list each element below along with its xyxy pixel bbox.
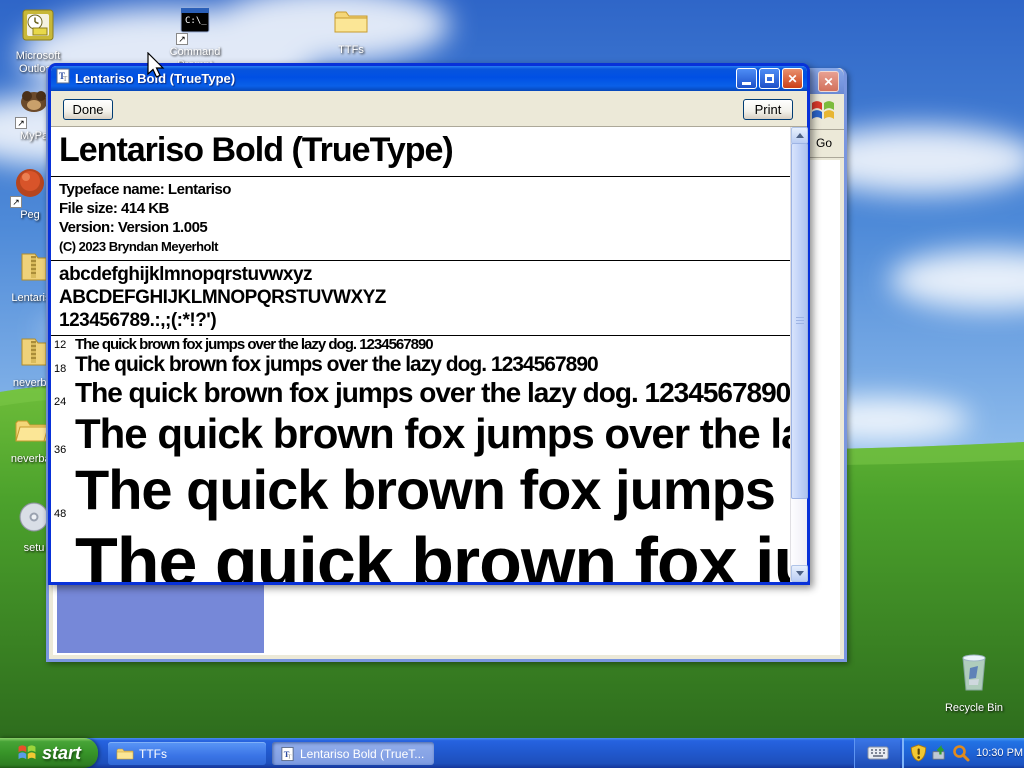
print-button[interactable]: Print: [743, 99, 793, 120]
svg-text:T: T: [288, 753, 292, 760]
sample-row-18pt: 18 The quick brown fox jumps over the la…: [51, 353, 790, 377]
scroll-down-arrow-icon[interactable]: [791, 565, 808, 582]
point-size-label: 36: [54, 443, 67, 456]
start-button-label: start: [41, 742, 81, 763]
taskbar-task-ttfs[interactable]: TTFs: [108, 742, 266, 765]
scroll-up-arrow-icon[interactable]: [791, 127, 808, 144]
sample-text: The quick brown fox jumps over the lazy …: [75, 377, 790, 409]
system-tray: 10:30 PM: [902, 738, 1024, 768]
truetype-font-icon: TT: [281, 746, 294, 761]
truetype-font-icon: TT: [55, 68, 71, 89]
sample-row-36pt: 36 The quick brown fox jumps over the la…: [51, 410, 790, 458]
safely-remove-hardware-icon[interactable]: [931, 744, 948, 762]
close-button[interactable]: ✕: [782, 68, 803, 89]
font-version: Version: Version 1.005: [59, 219, 208, 236]
clock: 10:30 PM: [976, 747, 1024, 759]
task-label: Lentariso Bold (TrueT...: [300, 746, 425, 761]
vertical-scrollbar[interactable]: [790, 127, 808, 582]
shortcut-arrow-icon: ↗: [176, 33, 188, 45]
start-button[interactable]: start: [0, 738, 98, 768]
desktop-icon-label: Recycle Bin: [944, 702, 1004, 714]
svg-text:T: T: [63, 75, 68, 83]
point-size-label: 24: [54, 395, 67, 408]
taskbar-task-font-viewer[interactable]: TT Lentariso Bold (TrueT...: [272, 742, 434, 765]
svg-text:C:\_: C:\_: [185, 16, 207, 26]
sample-row-12pt: 12 The quick brown fox jumps over the la…: [51, 336, 790, 353]
minimize-button[interactable]: [736, 68, 757, 89]
language-bar[interactable]: [854, 738, 900, 768]
shortcut-arrow-icon: ↗: [10, 196, 22, 208]
mouse-cursor: [147, 52, 165, 78]
recycle-bin-icon: [957, 652, 991, 699]
sample-row-48pt: 48 The quick brown fox jumps over the la…: [51, 458, 790, 522]
go-button[interactable]: Go: [816, 136, 832, 150]
folder-icon: [14, 415, 50, 450]
ball-shortcut-icon: ↗: [10, 165, 48, 208]
folder-icon: [116, 748, 134, 760]
windows-logo-icon: [810, 98, 836, 129]
typeface-name: Typeface name: Lentariso: [59, 181, 231, 198]
command-prompt-icon: C:\_ ↗: [176, 6, 212, 45]
desktop-icon-label: TTFs: [338, 44, 364, 56]
font-copyright: (C) 2023 Bryndan Meyerholt: [59, 239, 218, 254]
charset-lowercase: abcdefghijklmnopqrstuvwxyz: [59, 264, 313, 285]
font-viewer-window: TT Lentariso Bold (TrueType) ✕ Done Prin…: [48, 63, 810, 585]
close-icon[interactable]: ✕: [818, 71, 839, 92]
sample-text: The quick brown fox jumps over the lazy …: [75, 336, 433, 353]
taskbar: start TTFs TT Lentariso Bold (TrueT... 1…: [0, 738, 1024, 768]
windows-flag-icon: [18, 745, 36, 760]
desktop-icon-recycle-bin[interactable]: Recycle Bin: [936, 652, 1012, 715]
font-info-block: Typeface name: Lentariso File size: 414 …: [51, 177, 790, 261]
maximize-button[interactable]: [759, 68, 780, 89]
desktop-icon-ttfs[interactable]: TTFs: [313, 6, 389, 57]
desktop: Microsoft Outlook C:\_ ↗ Command Prompt …: [0, 0, 1024, 768]
magnifier-tray-icon[interactable]: [952, 744, 970, 762]
point-size-label: 48: [54, 508, 67, 521]
security-alert-shield-icon[interactable]: [910, 744, 927, 762]
charset-uppercase: ABCDEFGHIJKLMNOPQRSTUVWXYZ: [59, 287, 386, 308]
charset-block: abcdefghijklmnopqrstuvwxyz ABCDEFGHIJKLM…: [51, 261, 790, 336]
font-preview-pane: Lentariso Bold (TrueType) Typeface name:…: [51, 127, 790, 582]
scrollbar-thumb[interactable]: [791, 143, 808, 499]
sample-text: The quick brown fox jumps over the lazy …: [75, 523, 790, 582]
selected-item-highlight[interactable]: [57, 585, 264, 653]
keyboard-icon: [867, 746, 888, 760]
shortcut-arrow-icon: ↗: [15, 117, 27, 129]
outlook-icon: [21, 8, 55, 47]
done-button[interactable]: Done: [63, 99, 113, 120]
folder-icon: [333, 6, 369, 41]
sample-text: The quick brown fox jumps over the lazy …: [75, 409, 790, 457]
sample-row-60pt: 60 The quick brown fox jumps over the la…: [51, 522, 790, 582]
file-size: File size: 414 KB: [59, 200, 169, 217]
task-label: TTFs: [139, 746, 167, 761]
charset-digits: 123456789.:,;(:*!?'): [59, 310, 217, 331]
point-size-label: 18: [54, 363, 67, 376]
sample-text: The quick brown fox jumps over the lazy …: [75, 457, 790, 521]
sample-text: The quick brown fox jumps over the lazy …: [75, 353, 598, 377]
point-size-label: 12: [54, 339, 67, 352]
font-name-heading: Lentariso Bold (TrueType): [51, 127, 790, 177]
sample-row-24pt: 24 The quick brown fox jumps over the la…: [51, 377, 790, 409]
font-viewer-toolbar: Done Print: [51, 91, 807, 127]
